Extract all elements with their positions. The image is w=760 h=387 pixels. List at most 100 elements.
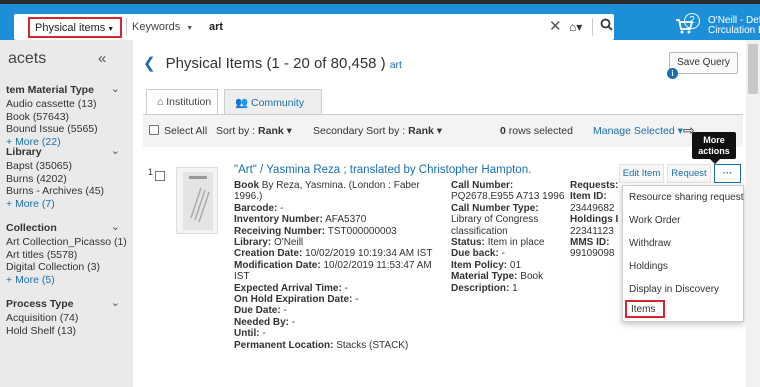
search-bar: Physical items ▼ Keywords ▼ art ✕ ⌂▾ (14, 14, 614, 40)
manage-selected-dropdown[interactable]: Manage Selected ▾ (593, 125, 683, 137)
results-area: ❮ Physical Items (1 - 20 of 80,458 ) art S… (133, 40, 760, 387)
menu-item-display-in-discovery[interactable]: Display in Discovery (629, 284, 719, 295)
facet-group-header[interactable]: Collection ⌄ (6, 221, 126, 236)
search-icon[interactable] (600, 18, 613, 34)
facet-item[interactable]: Burns (4202) (6, 173, 126, 186)
facet-group-header[interactable]: Process Type ⌄ (6, 297, 126, 312)
menu-item-withdraw[interactable]: Withdraw (629, 238, 671, 249)
detail-line: 1996.) (234, 191, 432, 202)
user-menu[interactable]: O'Neill - Defa Circulation D (708, 16, 760, 36)
detail-line: MMS ID: (570, 237, 628, 248)
vertical-scrollbar[interactable] (746, 40, 760, 387)
detail-value: 01 (509, 259, 522, 271)
divider (126, 18, 127, 36)
detail-line: Item ID: (570, 191, 628, 202)
chevron-down-icon: ⌄ (110, 83, 120, 95)
menu-item-items[interactable]: Items (625, 300, 665, 318)
search-field-dropdown[interactable]: Keywords ▼ (132, 21, 193, 33)
detail-label: Modification Date: (234, 259, 321, 271)
detail-label: On Hold Expiration Date: (234, 294, 353, 306)
more-actions-button[interactable]: ··· (714, 164, 741, 183)
info-icon[interactable]: i (667, 68, 678, 79)
row-checkbox[interactable] (155, 171, 165, 181)
more-actions-menu: Resource sharing request Work Order With… (622, 185, 744, 322)
search-input[interactable]: art (209, 21, 223, 33)
detail-value: - (280, 202, 284, 214)
detail-value: By Reza, Yasmina. (London : Faber (261, 180, 420, 191)
request-button[interactable]: Request (667, 164, 711, 183)
facet-item[interactable]: Acquisition (74) (6, 312, 126, 325)
detail-line: Material Type: Book (451, 271, 564, 282)
detail-label: Item ID: (570, 191, 607, 203)
detail-value: AFA5370 (325, 214, 367, 226)
detail-value: Library of Congress (451, 214, 539, 226)
facet-item[interactable]: Digital Collection (3) (6, 261, 126, 274)
sort-by-dropdown[interactable]: Sort by : Rank ▾ (216, 125, 292, 137)
detail-label: Until: (234, 328, 260, 340)
facet-more-link[interactable]: + More (7) (6, 198, 126, 211)
facet-item[interactable]: Burns - Archives (45) (6, 185, 126, 198)
user-role: Circulation D (708, 25, 760, 36)
detail-line: Status: Item in place (451, 237, 564, 248)
results-title: Physical Items (1 - 20 of 80,458 ) (165, 55, 386, 72)
detail-line: 99109098 (570, 248, 628, 259)
record-details-col2: Call Number: PQ2678.E955 A713 1996 Call N… (451, 180, 564, 294)
detail-line: Library of Congress (451, 214, 564, 225)
select-all-checkbox[interactable] (149, 125, 159, 135)
rows-selected: 0 rows selected (500, 125, 573, 137)
detail-label: Library: (234, 237, 272, 249)
detail-line: Holdings I (570, 214, 628, 225)
detail-value: 10/02/2019 11:53:47 AM (323, 259, 432, 271)
record-title-link[interactable]: "Art" / Yasmina Reza ; translated by Chr… (234, 164, 531, 176)
more-actions-tooltip: More actions (692, 132, 736, 164)
detail-value: - (283, 305, 287, 317)
query-tag[interactable]: art (390, 59, 402, 71)
detail-label: MMS ID: (570, 237, 610, 249)
detail-value: 22341123 (570, 225, 614, 237)
detail-value: TST000000003 (327, 225, 397, 237)
detail-label: Due back: (451, 248, 499, 260)
plus-icon: + (6, 197, 16, 210)
clear-search-icon[interactable]: ✕ (549, 17, 562, 35)
top-bar: Physical items ▼ Keywords ▼ art ✕ ⌂▾ 2 O'N… (0, 0, 760, 40)
detail-value: 1 (512, 282, 518, 294)
save-query-button[interactable]: Save Query (669, 52, 738, 74)
menu-item-holdings[interactable]: Holdings (629, 261, 668, 272)
caret-down-icon: ▼ (107, 26, 115, 33)
collapse-facets-button[interactable]: « (98, 50, 106, 67)
scrollbar-thumb[interactable] (748, 44, 758, 94)
search-scope-dropdown[interactable]: Physical items ▼ (28, 17, 122, 38)
detail-value: PQ2678.E955 A713 1996 (451, 191, 565, 203)
facet-item[interactable]: Art Collection_Picasso (1) (6, 236, 127, 249)
facet-more-link[interactable]: + More (5) (6, 274, 126, 287)
edit-item-button[interactable]: Edit Item (619, 164, 664, 183)
facets-panel: acets « tem Material Type ⌄ Audio cassett… (0, 40, 133, 387)
home-scope-icon[interactable]: ⌂▾ (569, 20, 582, 34)
detail-value: IST (234, 271, 250, 283)
facet-item[interactable]: Bound Issue (5565) (6, 123, 126, 136)
facet-item[interactable]: Bapst (35065) (6, 160, 126, 173)
select-all-label[interactable]: Select All (164, 125, 207, 137)
detail-value: - (344, 282, 348, 294)
facet-group-header[interactable]: Library ⌄ (6, 145, 126, 160)
facet-item[interactable]: Audio cassette (13) (6, 98, 126, 111)
detail-value: 23449682 (570, 202, 615, 214)
secondary-sort-dropdown[interactable]: Secondary Sort by : Rank ▾ (313, 125, 442, 137)
cart-count-badge: 2 (684, 13, 700, 29)
facet-item[interactable]: Book (57643) (6, 111, 126, 124)
book-thumbnail[interactable] (176, 167, 218, 234)
detail-label: Receiving Number: (234, 225, 326, 237)
detail-line: Modification Date: 10/02/2019 11:53:47 A… (234, 260, 432, 271)
menu-item-work-order[interactable]: Work Order (629, 215, 681, 226)
detail-value: - (355, 294, 359, 306)
tab-community[interactable]: 👥 Community (224, 89, 322, 114)
detail-value: - (262, 328, 266, 340)
back-chevron-icon[interactable]: ❮ (143, 55, 156, 72)
menu-item-resource-sharing[interactable]: Resource sharing request (629, 192, 744, 203)
facet-group-header[interactable]: tem Material Type ⌄ (6, 83, 126, 98)
facet-item[interactable]: Hold Shelf (13) (6, 325, 126, 338)
facet-item[interactable]: Art titles (5578) (6, 249, 126, 262)
detail-value: 99109098 (570, 248, 615, 260)
tab-institution[interactable]: ⌂ Institution (146, 89, 218, 114)
detail-line: Library: O'Neill (234, 237, 432, 248)
